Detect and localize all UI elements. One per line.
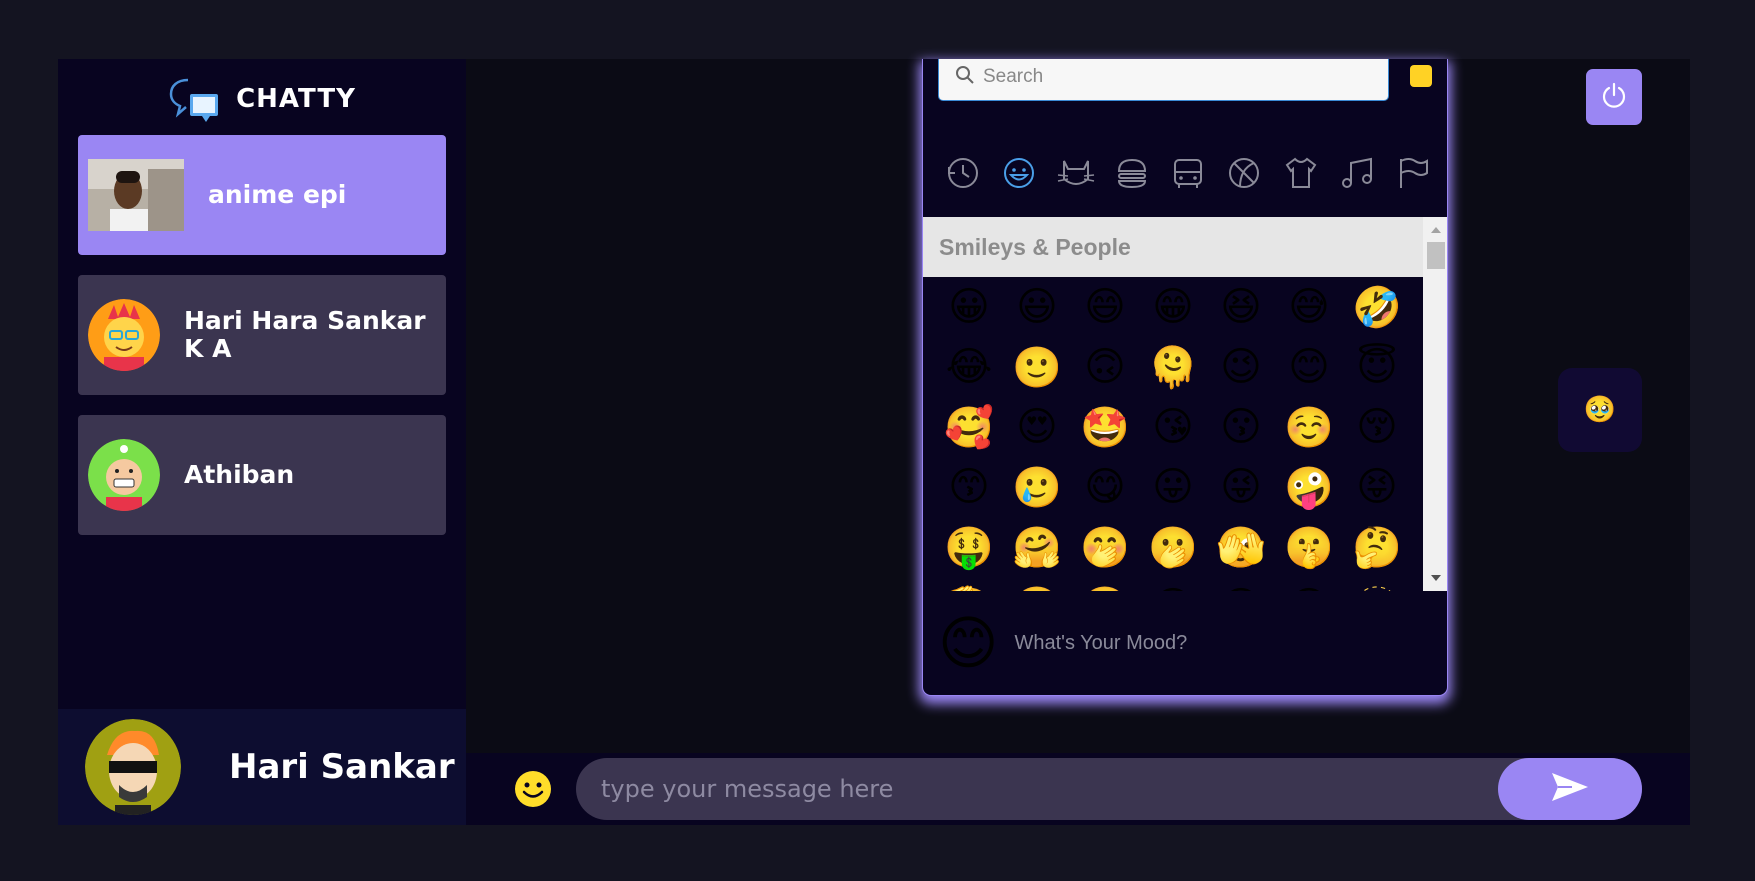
app-title: CHATTY (236, 84, 356, 114)
symbols-icon[interactable] (1337, 153, 1377, 193)
emoji-button[interactable]: 🤔 (1343, 517, 1411, 577)
emoji-button[interactable]: 😚 (1343, 397, 1411, 457)
flags-icon[interactable] (1393, 153, 1433, 193)
activities-icon[interactable] (1224, 153, 1264, 193)
emoji-button[interactable]: 😙 (935, 457, 1003, 517)
emoji-button[interactable]: 😗 (1207, 397, 1275, 457)
avatar (88, 159, 184, 231)
recent-icon[interactable] (943, 153, 983, 193)
emoji-grid: 😀😃😄😁😆😅🤣 😂🙂🙃🫠😉😊😇 🥰😍🤩😘😗☺️😚 😙🥲😋😛😜🤪😝 🤑🤗🤭🫢🫣🤫🤔 🫡🤐🤨😐… (923, 277, 1423, 591)
emoji-button[interactable]: 😘 (1139, 397, 1207, 457)
emoji-button[interactable]: 😇 (1343, 337, 1411, 397)
emoji-button[interactable]: 🫡 (935, 577, 1003, 592)
contact-item-hari-hara-sankar[interactable]: Hari Hara Sankar K A (78, 275, 446, 395)
brand-header: CHATTY (58, 59, 466, 135)
preview-text: What's Your Mood? (1014, 631, 1188, 654)
avatar (88, 439, 160, 511)
food-icon[interactable] (1112, 153, 1152, 193)
emoji-button[interactable]: 😛 (1139, 457, 1207, 517)
emoji-section-label: Smileys & People (923, 217, 1423, 277)
emoji-search-input[interactable] (983, 66, 1363, 88)
emoji-button[interactable]: 🤫 (1275, 517, 1343, 577)
emoji-button[interactable]: 🙂 (1003, 337, 1071, 397)
scroll-up-icon[interactable] (1431, 227, 1441, 233)
emoji-button[interactable]: 🙃 (1071, 337, 1139, 397)
logout-button[interactable] (1586, 69, 1642, 125)
emoji-button[interactable]: 🤩 (1071, 397, 1139, 457)
avatar (88, 299, 160, 371)
emoji-button[interactable]: 😝 (1343, 457, 1411, 517)
emoji-picker: Smileys & People 😀😃😄😁😆😅🤣😂🙂🙃🫠😉😊😇🥰😍🤩😘😗☺️😚😙… (922, 59, 1448, 696)
message-field (576, 758, 1642, 820)
emoji-button[interactable]: 😋 (1071, 457, 1139, 517)
contact-name: Athiban (184, 460, 295, 489)
contact-name: Hari Hara Sankar K A (184, 306, 426, 363)
contact-item-anime-epi[interactable]: anime epi (78, 135, 446, 255)
emoji-button[interactable]: 😂 (935, 337, 1003, 397)
contact-name: anime epi (208, 180, 347, 209)
contact-item-athiban[interactable]: Athiban (78, 415, 446, 535)
emoji-button[interactable]: 😄 (1071, 277, 1139, 337)
emoji-button[interactable]: 😆 (1207, 277, 1275, 337)
emoji-button[interactable]: 😀 (935, 277, 1003, 337)
animals-icon[interactable] (1056, 153, 1096, 193)
emoji-button[interactable]: 🥰 (935, 397, 1003, 457)
chat-bubbles-icon (168, 76, 222, 122)
emoji-preview: 😊 What's Your Mood? (923, 591, 1447, 695)
emoji-button[interactable]: 😜 (1207, 457, 1275, 517)
emoji-button[interactable]: 🫢 (1139, 517, 1207, 577)
emoji-button[interactable]: 😅 (1275, 277, 1343, 337)
travel-icon[interactable] (1168, 153, 1208, 193)
power-icon (1601, 81, 1627, 113)
emoji-button[interactable]: 🤭 (1071, 517, 1139, 577)
skin-tone-selector[interactable] (1410, 65, 1432, 87)
emoji-button[interactable]: 😶 (1275, 577, 1343, 591)
send-button[interactable] (1498, 758, 1642, 820)
emoji-picker-toggle-icon[interactable] (514, 770, 552, 808)
emoji-button[interactable]: 🫣 (1207, 517, 1275, 577)
emoji-button[interactable]: 🤪 (1275, 457, 1343, 517)
emoji-button[interactable]: 🤑 (935, 517, 1003, 577)
emoji-button[interactable]: 🫠 (1139, 337, 1207, 397)
emoji-button[interactable]: 🤗 (1003, 517, 1071, 577)
chat-panel: 🥹 Search Smileys & People 😀 😃 😄 😁 😆 😅 🤣 … (466, 59, 1690, 825)
search-icon (955, 65, 975, 89)
emoji-button[interactable]: 😁 (1139, 277, 1207, 337)
emoji-button[interactable]: 🤨 (1071, 577, 1139, 592)
current-user-name: Hari Sankar (229, 747, 455, 787)
emoji-button[interactable]: 🥲 (1003, 457, 1071, 517)
send-icon (1550, 771, 1590, 807)
smileys-icon[interactable] (999, 153, 1039, 193)
emoji-scrollbar[interactable] (1423, 217, 1447, 591)
emoji-button[interactable]: 🫥 (1343, 577, 1411, 592)
message-emoji: 🥹 (1583, 395, 1617, 425)
contacts-sidebar: CHATTY anime epi Hari Hara Sankar K A At… (58, 59, 466, 825)
emoji-button[interactable]: 😐 (1139, 577, 1207, 591)
emoji-button[interactable]: 😍 (1003, 397, 1071, 457)
emoji-button[interactable]: 🤣 (1343, 277, 1411, 337)
scroll-down-icon[interactable] (1431, 575, 1441, 581)
message-input-bar (466, 753, 1690, 825)
received-message: 🥹 (1558, 368, 1642, 452)
contact-list: anime epi Hari Hara Sankar K A Athiban (58, 135, 466, 535)
emoji-button[interactable]: 😊 (1275, 337, 1343, 397)
emoji-category-bar (943, 151, 1433, 195)
scroll-thumb[interactable] (1427, 242, 1445, 269)
emoji-button[interactable]: 🤐 (1003, 577, 1071, 592)
message-input[interactable] (576, 758, 1498, 820)
current-user-avatar (85, 719, 181, 815)
emoji-button[interactable]: 😃 (1003, 277, 1071, 337)
current-user-panel: Hari Sankar (58, 709, 466, 825)
emoji-search-box (938, 59, 1389, 101)
emoji-button[interactable]: ☺️ (1275, 397, 1343, 457)
objects-icon[interactable] (1281, 153, 1321, 193)
emoji-button[interactable]: 😉 (1207, 337, 1275, 397)
preview-emoji: 😊 (938, 609, 999, 677)
chat-app: CHATTY anime epi Hari Hara Sankar K A At… (58, 59, 1690, 825)
emoji-button[interactable]: 😑 (1207, 577, 1275, 591)
emoji-list: Smileys & People 😀 😃 😄 😁 😆 😅 🤣 😂 🙂 🙃 🫠 😉 😊 😇 🥰 😍 🤩 😘 😗 ☺️ 😚 😙… (923, 217, 1447, 591)
